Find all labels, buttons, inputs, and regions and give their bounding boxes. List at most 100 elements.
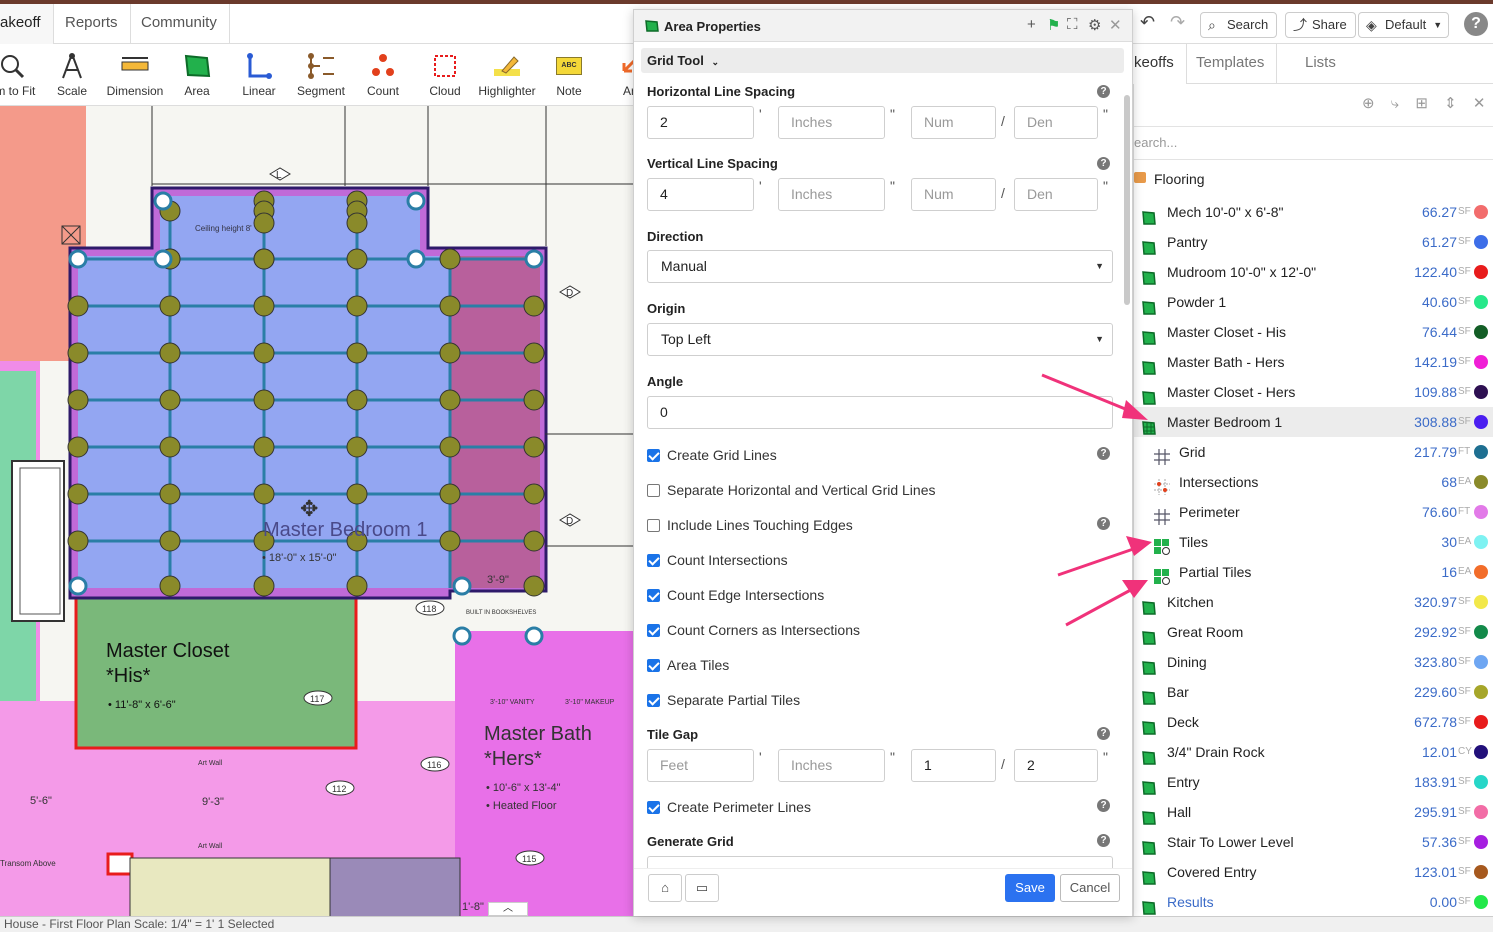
floor-plan-drawing[interactable]: L D D Ceiling height 8' Master Bedroom 1… <box>0 106 640 916</box>
takeoff-item[interactable]: Great Room 292.92 SF <box>1134 617 1493 647</box>
redo-icon[interactable]: ↷ <box>1170 12 1185 33</box>
color-swatch[interactable] <box>1474 535 1488 549</box>
takeoff-item[interactable]: Hall 295.91 SF <box>1134 797 1493 827</box>
area-flag-icon[interactable]: ⚑ <box>1047 16 1060 34</box>
tool-count[interactable]: Count <box>353 48 413 98</box>
tiles-icon[interactable]: ⛶ <box>1067 16 1078 33</box>
takeoff-item[interactable]: Covered Entry 123.01 SF <box>1134 857 1493 887</box>
tab-takeoff[interactable]: akeoff <box>0 4 54 44</box>
color-swatch[interactable] <box>1474 415 1488 429</box>
tab-lists[interactable]: Lists <box>1293 44 1348 84</box>
takeoff-item[interactable]: Master Bedroom 1 308.88 SF <box>1134 407 1493 437</box>
tab-reports[interactable]: Reports <box>53 4 131 44</box>
separate-partial-tiles-checkbox[interactable]: Separate Partial Tiles <box>647 691 800 709</box>
tool-dimension[interactable]: Dimension <box>105 48 165 98</box>
color-swatch[interactable] <box>1474 505 1488 519</box>
add-child-icon[interactable]: ⤷ <box>1391 95 1399 112</box>
color-swatch[interactable] <box>1474 895 1488 909</box>
add-icon[interactable]: + <box>1027 16 1036 33</box>
color-swatch[interactable] <box>1474 475 1488 489</box>
tool-scale[interactable]: Scale <box>42 48 102 98</box>
undo-icon[interactable]: ↶ <box>1140 12 1155 33</box>
plan-canvas[interactable]: L D D Ceiling height 8' Master Bedroom 1… <box>0 106 640 916</box>
generate-grid-field[interactable] <box>647 856 1113 868</box>
takeoff-item[interactable]: Intersections 68 EA <box>1134 467 1493 497</box>
takeoff-item[interactable]: Results 0.00 SF <box>1134 887 1493 917</box>
takeoff-item[interactable]: Powder 1 40.60 SF <box>1134 287 1493 317</box>
color-swatch[interactable] <box>1474 865 1488 879</box>
polygon-select-icon[interactable]: ⌂ <box>648 874 682 902</box>
takeoff-item[interactable]: Mech 10'-0" x 6'-8" 66.27 SF <box>1134 197 1493 227</box>
help-icon[interactable]: ? <box>1464 12 1488 36</box>
color-swatch[interactable] <box>1474 265 1488 279</box>
tab-templates[interactable]: Templates <box>1184 44 1278 84</box>
color-swatch[interactable] <box>1474 835 1488 849</box>
separate-hv-lines-checkbox[interactable]: Separate Horizontal and Vertical Grid Li… <box>647 481 935 499</box>
help-icon[interactable]: ? <box>1097 834 1110 847</box>
color-swatch[interactable] <box>1474 385 1488 399</box>
rectangle-select-icon[interactable]: ▭ <box>685 874 719 902</box>
direction-select[interactable]: Manual ▼ <box>647 250 1113 283</box>
takeoff-item[interactable]: Kitchen 320.97 SF <box>1134 587 1493 617</box>
takeoff-item[interactable]: Mudroom 10'-0" x 12'-0" 122.40 SF <box>1134 257 1493 287</box>
collapse-chevron-icon[interactable]: ︿ <box>488 902 528 916</box>
tool-note[interactable]: ABC Note <box>539 48 599 98</box>
color-swatch[interactable] <box>1474 565 1488 579</box>
tile-gap-feet-input[interactable]: Feet <box>647 749 754 782</box>
expand-icon[interactable]: ⇕ <box>1444 95 1457 112</box>
v-spacing-den-input[interactable]: Den <box>1014 178 1098 211</box>
color-swatch[interactable] <box>1474 685 1488 699</box>
help-icon[interactable]: ? <box>1097 727 1110 740</box>
color-swatch[interactable] <box>1474 625 1488 639</box>
color-swatch[interactable] <box>1474 715 1488 729</box>
create-perimeter-lines-checkbox[interactable]: Create Perimeter Lines <box>647 798 811 816</box>
color-swatch[interactable] <box>1474 445 1488 459</box>
tool-linear[interactable]: Linear <box>229 48 289 98</box>
tool-zoom-fit[interactable]: om to Fit <box>0 48 42 98</box>
tree-icon[interactable]: ⊞ <box>1415 95 1428 112</box>
takeoff-item[interactable]: Stair To Lower Level 57.36 SF <box>1134 827 1493 857</box>
h-spacing-den-input[interactable]: Den <box>1014 106 1098 139</box>
takeoff-item[interactable]: 3/4" Drain Rock 12.01 CY <box>1134 737 1493 767</box>
share-button[interactable]: ⤴ Share <box>1285 12 1356 38</box>
takeoff-item[interactable]: Pantry 61.27 SF <box>1134 227 1493 257</box>
count-intersections-checkbox[interactable]: Count Intersections <box>647 551 788 569</box>
create-grid-lines-checkbox[interactable]: Create Grid Lines <box>647 446 777 464</box>
color-swatch[interactable] <box>1474 235 1488 249</box>
help-icon[interactable]: ? <box>1097 157 1110 170</box>
color-swatch[interactable] <box>1474 325 1488 339</box>
cancel-button[interactable]: Cancel <box>1060 874 1120 902</box>
color-swatch[interactable] <box>1474 595 1488 609</box>
h-spacing-feet-input[interactable]: 2 <box>647 106 754 139</box>
help-icon[interactable]: ? <box>1097 85 1110 98</box>
takeoff-item[interactable]: Grid 217.79 FT <box>1134 437 1493 467</box>
tab-community[interactable]: Community <box>129 4 230 44</box>
color-swatch[interactable] <box>1474 355 1488 369</box>
help-icon[interactable]: ? <box>1097 799 1110 812</box>
gear-icon[interactable]: ⚙ <box>1088 16 1101 34</box>
dialog-scrollbar[interactable] <box>1124 95 1130 305</box>
add-circle-icon[interactable]: ⊕ <box>1362 95 1375 112</box>
save-button[interactable]: Save <box>1005 874 1055 902</box>
takeoff-item[interactable]: Partial Tiles 16 EA <box>1134 557 1493 587</box>
takeoff-item[interactable]: Deck 672.78 SF <box>1134 707 1493 737</box>
count-corners-checkbox[interactable]: Count Corners as Intersections <box>647 621 860 639</box>
color-swatch[interactable] <box>1474 295 1488 309</box>
v-spacing-inches-input[interactable]: Inches <box>778 178 885 211</box>
takeoff-item[interactable]: Dining 323.80 SF <box>1134 647 1493 677</box>
takeoff-item[interactable]: Master Closet - His 76.44 SF <box>1134 317 1493 347</box>
color-swatch[interactable] <box>1474 655 1488 669</box>
takeoff-search-input[interactable]: earch... <box>1134 126 1493 160</box>
tool-area[interactable]: Area <box>167 48 227 98</box>
v-spacing-num-input[interactable]: Num <box>911 178 996 211</box>
tool-highlighter[interactable]: Highlighter <box>477 48 537 98</box>
h-spacing-num-input[interactable]: Num <box>911 106 996 139</box>
takeoff-item[interactable]: Bar 229.60 SF <box>1134 677 1493 707</box>
h-spacing-inches-input[interactable]: Inches <box>778 106 885 139</box>
color-swatch[interactable] <box>1474 745 1488 759</box>
origin-select[interactable]: Top Left ▼ <box>647 323 1113 356</box>
close-icon[interactable]: ✕ <box>1109 16 1122 34</box>
tool-cloud[interactable]: Cloud <box>415 48 475 98</box>
layer-dropdown[interactable]: ◈ Default ▼ <box>1358 12 1450 38</box>
tile-gap-num-input[interactable]: 1 <box>911 749 996 782</box>
